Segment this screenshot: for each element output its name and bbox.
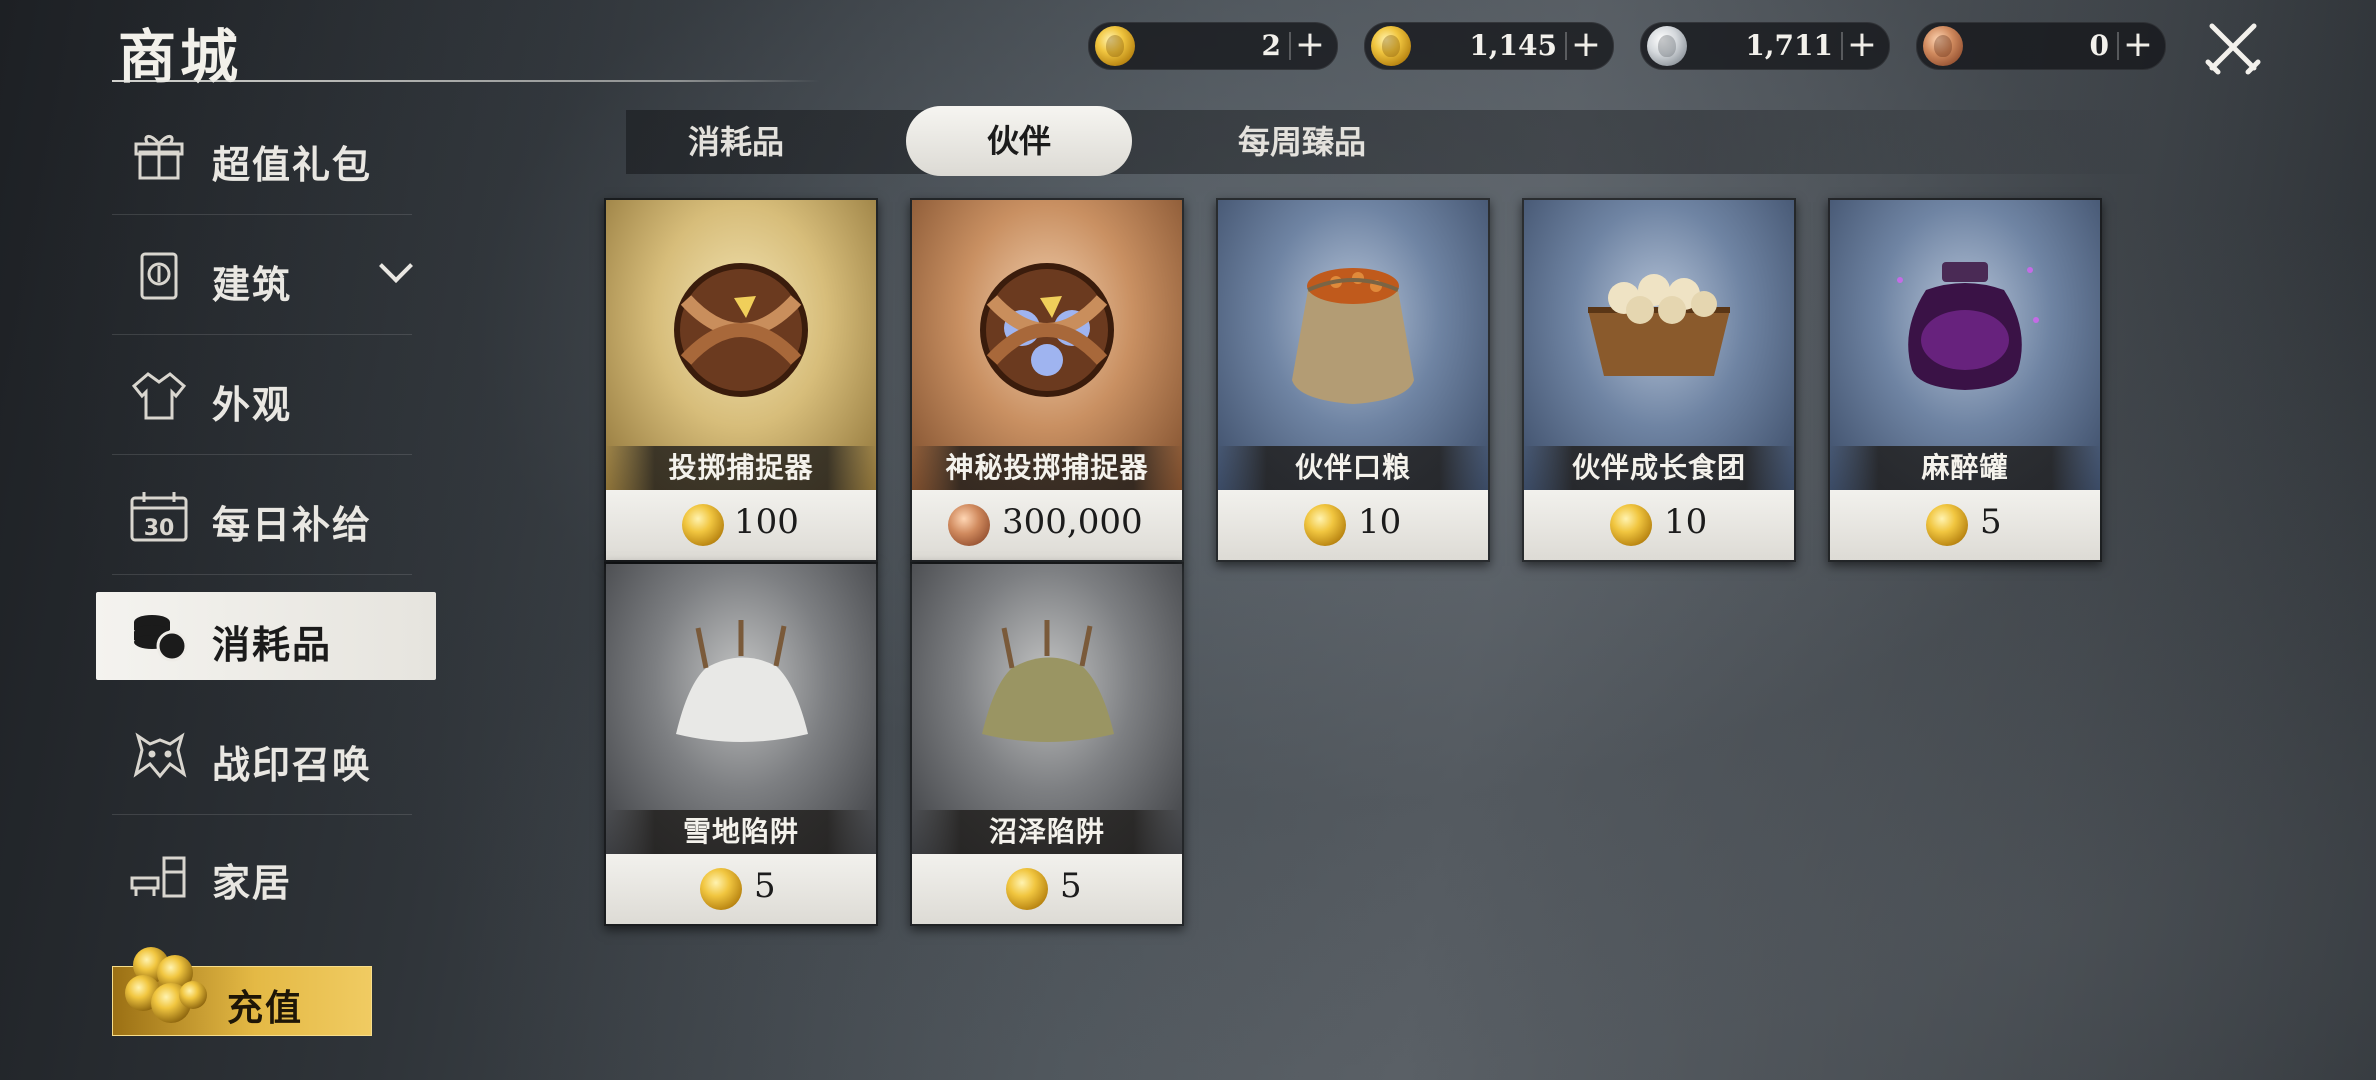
shop-item-card[interactable]: 沼泽陷阱 5 [910, 562, 1184, 926]
sidebar-item-value-packs[interactable]: 超值礼包 [116, 112, 422, 198]
sidebar-item-label: 每日补给 [212, 502, 373, 547]
sidebar-item-label: 外观 [212, 382, 293, 427]
sidebar-item-consumables[interactable]: 消耗品 [96, 592, 436, 680]
crossed-swords-icon [2205, 23, 2261, 75]
close-button[interactable] [2202, 20, 2264, 76]
coin-pile-icon [121, 943, 217, 1029]
shop-item-card[interactable]: 伙伴成长食团 10 [1522, 198, 1796, 562]
sidebar-divider [112, 334, 412, 335]
sidebar-item-home[interactable]: 家居 [116, 830, 422, 916]
price-value: 10 [1664, 502, 1708, 542]
recharge-label: 充值 [227, 987, 304, 1029]
item-price: 5 [1830, 490, 2100, 560]
gift-box-icon [128, 130, 190, 182]
gold-coin-icon [700, 868, 742, 910]
sidebar-divider [112, 574, 412, 575]
tab-consumables[interactable]: 消耗品 [630, 110, 842, 174]
svg-text:30: 30 [144, 516, 175, 541]
price-value: 5 [754, 866, 776, 906]
item-name: 沼泽陷阱 [912, 810, 1182, 854]
sidebar-divider [112, 214, 412, 215]
gold-coin-icon [1926, 504, 1968, 546]
bronze-coin-icon [948, 504, 990, 546]
item-price: 10 [1524, 490, 1794, 560]
item-price: 5 [912, 854, 1182, 924]
item-name: 雪地陷阱 [606, 810, 876, 854]
add-currency-button[interactable]: + [1293, 25, 1327, 65]
currency-value: 1,711 [1745, 29, 1833, 62]
building-icon [128, 250, 190, 302]
gold-coin-icon [682, 504, 724, 546]
item-name: 神秘投掷捕捉器 [912, 446, 1182, 490]
add-currency-button[interactable]: + [1845, 25, 1879, 65]
currency-gold-1: 2 + [1088, 22, 1338, 70]
gold-coin-icon [1371, 26, 1411, 66]
item-price: 10 [1218, 490, 1488, 560]
divider [1565, 32, 1567, 60]
divider [2117, 32, 2119, 60]
item-name: 伙伴口粮 [1218, 446, 1488, 490]
shop-item-card[interactable]: 投掷捕捉器 100 [604, 198, 878, 562]
sidebar-item-buildings[interactable]: 建筑 [116, 232, 422, 318]
price-value: 300,000 [1002, 502, 1143, 542]
shop-item-card[interactable]: 雪地陷阱 5 [604, 562, 878, 926]
sidebar-divider [112, 454, 412, 455]
wolf-icon [128, 730, 190, 782]
sidebar-item-war-seal-summon[interactable]: 战印召唤 [116, 712, 422, 798]
coin-stack-icon [128, 610, 190, 662]
item-price: 300,000 [912, 490, 1182, 560]
tab-weekly-deals[interactable]: 每周臻品 [1196, 110, 1408, 174]
furniture-icon [128, 848, 190, 900]
currency-gold-2: 1,145 + [1364, 22, 1614, 70]
currency-value: 0 [2089, 29, 2109, 62]
gold-coin-icon [1610, 504, 1652, 546]
divider [1841, 32, 1843, 60]
item-name: 麻醉罐 [1830, 446, 2100, 490]
gold-coin-icon [1304, 504, 1346, 546]
bronze-coin-icon [1923, 26, 1963, 66]
item-name: 投掷捕捉器 [606, 446, 876, 490]
sidebar-item-label: 家居 [212, 860, 293, 905]
item-price: 5 [606, 854, 876, 924]
currency-value: 2 [1261, 29, 1281, 62]
sidebar-item-label: 超值礼包 [212, 142, 373, 187]
gold-coin-icon [1006, 868, 1048, 910]
price-value: 5 [1980, 502, 2002, 542]
sidebar-item-appearance[interactable]: 外观 [116, 352, 422, 438]
item-price: 100 [606, 490, 876, 560]
price-value: 10 [1358, 502, 1402, 542]
add-currency-button[interactable]: + [1569, 25, 1603, 65]
price-value: 100 [734, 502, 799, 542]
item-name: 伙伴成长食团 [1524, 446, 1794, 490]
divider [1289, 32, 1291, 60]
tab-companions[interactable]: 伙伴 [906, 106, 1132, 176]
calendar-icon: 30 [128, 490, 190, 542]
sidebar-divider [112, 814, 412, 815]
gold-coin-icon [1095, 26, 1135, 66]
shop-item-card[interactable]: 麻醉罐 5 [1828, 198, 2102, 562]
currency-bronze: 0 + [1916, 22, 2166, 70]
sidebar-item-label: 战印召唤 [212, 742, 373, 787]
sidebar-item-label: 消耗品 [212, 622, 333, 667]
outfit-icon [128, 370, 190, 422]
recharge-button[interactable]: 充值 [112, 947, 372, 1036]
shop-item-card[interactable]: 神秘投掷捕捉器 300,000 [910, 198, 1184, 562]
currency-value: 1,145 [1469, 29, 1557, 62]
silver-coin-icon [1647, 26, 1687, 66]
sidebar-item-label: 建筑 [212, 262, 293, 307]
title-underline [112, 80, 820, 82]
shop-item-card[interactable]: 伙伴口粮 10 [1216, 198, 1490, 562]
sidebar-item-daily-supply[interactable]: 30 每日补给 [116, 472, 422, 558]
price-value: 5 [1060, 866, 1082, 906]
currency-silver: 1,711 + [1640, 22, 1890, 70]
add-currency-button[interactable]: + [2121, 25, 2155, 65]
chevron-down-icon[interactable] [379, 249, 413, 283]
